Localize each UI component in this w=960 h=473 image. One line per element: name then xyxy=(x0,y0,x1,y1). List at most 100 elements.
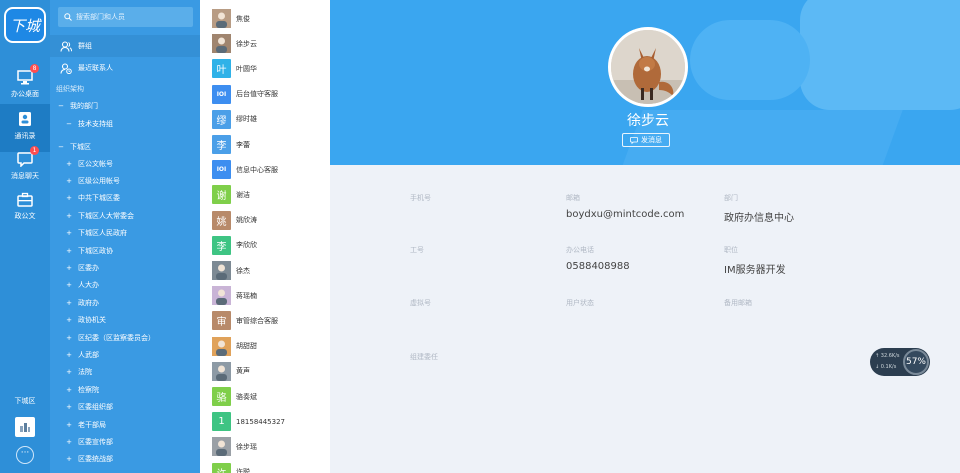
tree-label: 下城区人大常委会 xyxy=(78,211,134,220)
briefcase-icon xyxy=(16,190,34,208)
contact-item[interactable]: 缪缪时雄 xyxy=(200,107,330,132)
tree-label: 政协机关 xyxy=(78,316,106,325)
contact-item[interactable]: 审审管综合客服 xyxy=(200,308,330,333)
profile-name: 徐步云 xyxy=(627,113,669,129)
nav-documents[interactable]: 政公文 xyxy=(0,184,50,232)
tree-item[interactable]: + 下城区政协 xyxy=(50,242,200,259)
tree-label: 区委办 xyxy=(78,263,99,272)
tree-label: 法院 xyxy=(78,368,92,377)
contact-item[interactable]: 李李蕾 xyxy=(200,132,330,157)
tree-label: 区委组织部 xyxy=(78,403,113,412)
tree-item[interactable]: + 区委组织部 xyxy=(50,399,200,416)
contact-item[interactable]: IOI 信息中心客服 xyxy=(200,157,330,182)
org-logo-icon[interactable] xyxy=(15,417,35,437)
tree-item[interactable]: + 人武部 xyxy=(50,346,200,363)
tree-item[interactable]: + 老干部局 xyxy=(50,416,200,433)
tree-label: 人武部 xyxy=(78,350,99,359)
search-icon xyxy=(64,13,72,21)
tree-marker: − xyxy=(58,142,64,151)
section-title: 组织架构 xyxy=(56,85,84,93)
tree-label: 人大办 xyxy=(78,281,99,290)
contact-item[interactable]: 李李欣欣 xyxy=(200,233,330,258)
tree-item[interactable]: + 政协机关 xyxy=(50,312,200,329)
expand-icon: + xyxy=(66,176,72,185)
nav-desktop-label: 办公桌面 xyxy=(11,90,39,98)
tree-item[interactable]: + 中共下城区委 xyxy=(50,190,200,207)
left-rail: 下城 8 办公桌面 通讯录 1 消息聊天 政公文 下城区 ··· xyxy=(0,0,50,473)
upload-speed: ↑ 32.6K/s xyxy=(875,353,900,359)
tree-support-team[interactable]: − 技术支持组 xyxy=(50,115,200,132)
tree-item[interactable]: + 区纪委（区监察委员会） xyxy=(50,329,200,346)
tree-item[interactable]: + 下城区人大常委会 xyxy=(50,207,200,224)
tree-item[interactable]: + 政府办 xyxy=(50,294,200,311)
expand-icon: + xyxy=(66,437,72,446)
avatar: 骆 xyxy=(212,387,231,406)
recent-contacts-icon xyxy=(60,62,72,74)
contact-item[interactable]: IOI 后台值守客服 xyxy=(200,82,330,107)
expand-icon: + xyxy=(66,194,72,203)
quick-recent[interactable]: 最近联系人 xyxy=(50,57,200,79)
avatar: 审 xyxy=(212,311,231,331)
contact-name: 徐步云 xyxy=(236,39,257,48)
avatar xyxy=(212,286,231,306)
tree-item[interactable]: + 法院 xyxy=(50,364,200,381)
expand-icon: + xyxy=(66,420,72,429)
contact-item[interactable]: 徐杰 xyxy=(200,258,330,283)
contact-item[interactable]: 姚姚欣涛 xyxy=(200,208,330,233)
expand-icon: + xyxy=(66,281,72,290)
tree-item[interactable]: + 区委统战部 xyxy=(50,451,200,468)
expand-icon: + xyxy=(66,229,72,238)
field-label: 办公电话 xyxy=(566,246,594,254)
send-message-button[interactable]: 发消息 xyxy=(622,133,670,147)
tree-label: 中共下城区委 xyxy=(78,194,120,203)
tree-my-dept[interactable]: − 我的部门 xyxy=(50,97,200,114)
contact-item[interactable]: 黄声 xyxy=(200,359,330,384)
contact-item[interactable]: 蒋瑶楠 xyxy=(200,283,330,308)
tree-label: 区委统战部 xyxy=(78,455,113,464)
search-box[interactable] xyxy=(58,7,193,27)
nav-documents-label: 政公文 xyxy=(14,212,36,220)
contact-item[interactable]: 骆骆奏斌 xyxy=(200,384,330,409)
contact-name: 后台值守客服 xyxy=(236,90,278,99)
org-label: 下城区 xyxy=(14,397,36,405)
search-input[interactable] xyxy=(76,13,186,21)
contact-item[interactable]: 徐步瑶 xyxy=(200,434,330,459)
contact-item[interactable]: 徐步云 xyxy=(200,31,330,56)
contact-item[interactable]: 谢谢洁 xyxy=(200,182,330,207)
contact-name: 谢洁 xyxy=(236,190,250,199)
network-widget[interactable]: ↑ 32.6K/s ↓ 0.1K/s 57% xyxy=(870,348,930,376)
tree-item[interactable]: + 人大办 xyxy=(50,277,200,294)
contact-item[interactable]: 叶叶圆华 xyxy=(200,56,330,81)
avatar: 1 xyxy=(212,412,231,432)
more-button[interactable]: ··· xyxy=(16,446,34,464)
tree-item[interactable]: + 区公文帐号 xyxy=(50,155,200,172)
field-value: 政府办信息中心 xyxy=(724,213,794,224)
expand-icon: + xyxy=(66,333,72,342)
group-icon xyxy=(60,40,72,52)
contact-item[interactable]: 焦俊 xyxy=(200,6,330,31)
quick-groups[interactable]: 群组 xyxy=(50,35,200,57)
contact-item[interactable]: 1 18158445327 xyxy=(200,409,330,434)
avatar xyxy=(212,34,231,54)
contact-item[interactable]: 许许聪 xyxy=(200,460,330,473)
tree-label: 下城区政协 xyxy=(78,246,113,255)
tree-item[interactable]: + 检察院 xyxy=(50,381,200,398)
nav-chat-label: 消息聊天 xyxy=(11,172,39,180)
tree-item[interactable]: + 区委宣传部 xyxy=(50,433,200,450)
chat-badge: 1 xyxy=(30,146,39,155)
contact-item[interactable]: 胡甜甜 xyxy=(200,334,330,359)
expand-icon: + xyxy=(66,316,72,325)
tree-item[interactable]: + 下城区人民政府 xyxy=(50,225,200,242)
field-label: 组建委任 xyxy=(410,353,438,361)
tree-item[interactable]: + 区级公用帐号 xyxy=(50,172,200,189)
avatar: 许 xyxy=(212,462,231,473)
contact-name: 缪时雄 xyxy=(236,115,257,124)
tree-item[interactable]: + 区委办 xyxy=(50,259,200,276)
tree-root[interactable]: − 下城区 xyxy=(50,138,200,155)
field-label: 备用邮箱 xyxy=(724,299,752,307)
nav-desktop[interactable]: 8 办公桌面 xyxy=(0,62,50,110)
avatar: 李 xyxy=(212,235,231,255)
contact-name: 李蕾 xyxy=(236,140,250,149)
field-label: 工号 xyxy=(410,246,424,254)
contact-name: 徐步瑶 xyxy=(236,442,257,451)
